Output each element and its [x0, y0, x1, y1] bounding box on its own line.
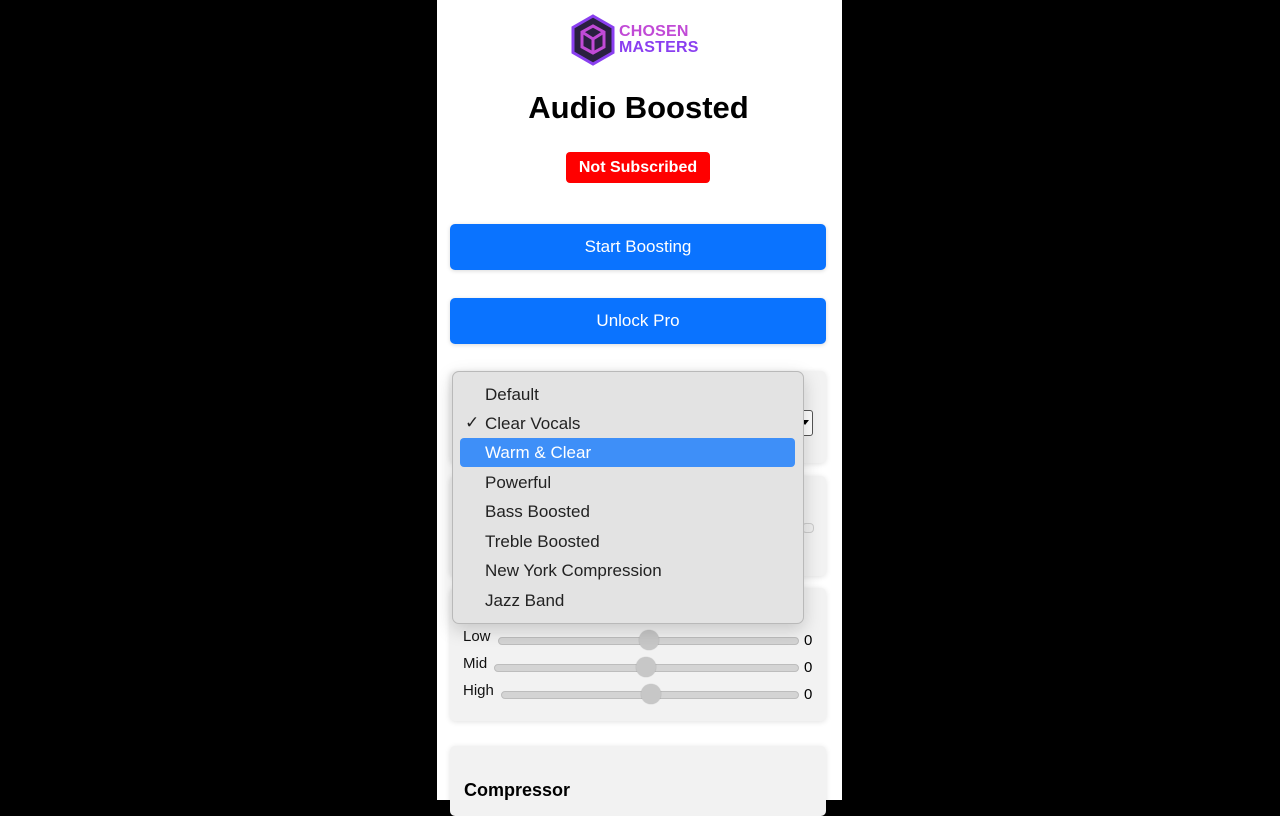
preset-option-label: Bass Boosted	[485, 502, 590, 521]
eq-value-mid: 0	[804, 659, 813, 676]
eq-label-high: High	[463, 682, 494, 699]
preset-option[interactable]: Powerful	[460, 468, 795, 497]
logo-line-1: CHOSEN	[619, 23, 689, 40]
checkmark-icon: ✓	[465, 413, 480, 432]
logo-line-2: MASTERS	[619, 39, 699, 56]
compressor-title: Compressor	[464, 780, 571, 800]
eq-thumb-mid[interactable]	[636, 657, 656, 677]
unlock-pro-button[interactable]: Unlock Pro	[450, 298, 826, 344]
preset-option-label: Warm & Clear	[485, 443, 592, 462]
preset-option-label: Jazz Band	[485, 591, 565, 610]
eq-label-low: Low	[463, 628, 491, 645]
eq-row-high: High 0	[463, 682, 823, 704]
preset-option[interactable]: Jazz Band	[460, 586, 795, 615]
logo-wordmark: CHOSEN MASTERS	[619, 24, 699, 56]
preset-option-label: Powerful	[485, 473, 552, 492]
preset-option-selected[interactable]: ✓ Clear Vocals	[460, 409, 795, 438]
preset-option[interactable]: Default	[460, 380, 795, 409]
start-boosting-button[interactable]: Start Boosting	[450, 224, 826, 270]
preset-option-label: Treble Boosted	[485, 532, 600, 551]
preset-option[interactable]: Treble Boosted	[460, 527, 795, 556]
eq-value-high: 0	[804, 686, 813, 703]
preset-option-label: Clear Vocals	[485, 414, 581, 433]
cube-logo-icon	[571, 14, 615, 66]
preset-option[interactable]: New York Compression	[460, 556, 795, 585]
chosen-masters-logo: CHOSEN MASTERS	[570, 14, 720, 66]
eq-row-mid: Mid 0	[463, 655, 823, 677]
preset-option-label: New York Compression	[485, 561, 662, 580]
page-title: Audio Boosted	[528, 90, 749, 125]
preset-option-highlighted[interactable]: Warm & Clear	[460, 438, 795, 467]
preset-option-label: Default	[485, 385, 539, 404]
preset-dropdown-menu: Default ✓ Clear Vocals Warm & Clear Powe…	[452, 371, 804, 624]
eq-row-low: Low 0	[463, 628, 823, 650]
eq-label-mid: Mid	[463, 655, 488, 672]
subscription-status-badge: Not Subscribed	[566, 152, 710, 183]
eq-thumb-low[interactable]	[639, 630, 659, 650]
eq-thumb-high[interactable]	[641, 684, 661, 704]
eq-value-low: 0	[804, 632, 813, 649]
preset-option[interactable]: Bass Boosted	[460, 497, 795, 526]
